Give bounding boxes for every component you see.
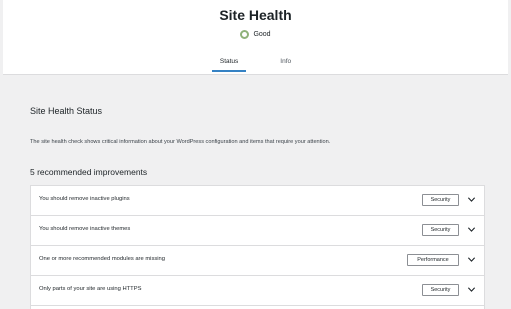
issue-row-inactive-themes[interactable]: You should remove inactive themes Securi… — [31, 216, 484, 246]
issue-badge-security: Security — [422, 224, 459, 236]
issue-title: You should remove inactive themes — [39, 226, 131, 232]
chevron-down-icon[interactable] — [467, 255, 476, 264]
section-description: The site health check shows critical inf… — [30, 139, 331, 145]
site-health-header: Site Health Good Status Info — [3, 0, 508, 75]
issue-row-missing-modules[interactable]: One or more recommended modules are miss… — [31, 246, 484, 276]
section-title: Site Health Status — [30, 106, 103, 116]
improvements-heading: 5 recommended improvements — [30, 167, 148, 177]
chevron-down-icon[interactable] — [467, 195, 476, 204]
chevron-down-icon[interactable] — [467, 225, 476, 234]
site-health-page: Site Health Good Status Info Site Health… — [0, 0, 511, 309]
tab-status[interactable]: Status — [211, 56, 247, 72]
page-title: Site Health — [219, 7, 292, 23]
issue-badge-security: Security — [422, 194, 459, 206]
health-status-label: Good — [253, 31, 271, 38]
issue-badge-performance: Performance — [407, 254, 459, 266]
issue-row-https[interactable]: Only parts of your site are using HTTPS … — [31, 276, 484, 306]
issue-list: You should remove inactive plugins Secur… — [30, 185, 485, 309]
issue-title: One or more recommended modules are miss… — [39, 256, 165, 262]
tab-bar: Status Info — [3, 56, 508, 74]
issue-badge-security: Security — [422, 284, 459, 296]
issue-title: Only parts of your site are using HTTPS — [39, 286, 142, 292]
health-status: Good — [3, 30, 508, 39]
chevron-down-icon[interactable] — [467, 285, 476, 294]
issue-title: You should remove inactive plugins — [39, 196, 130, 202]
issue-row-inactive-plugins[interactable]: You should remove inactive plugins Secur… — [31, 186, 484, 216]
circle-ring-icon — [240, 30, 250, 39]
tab-info[interactable]: Info — [272, 56, 299, 72]
